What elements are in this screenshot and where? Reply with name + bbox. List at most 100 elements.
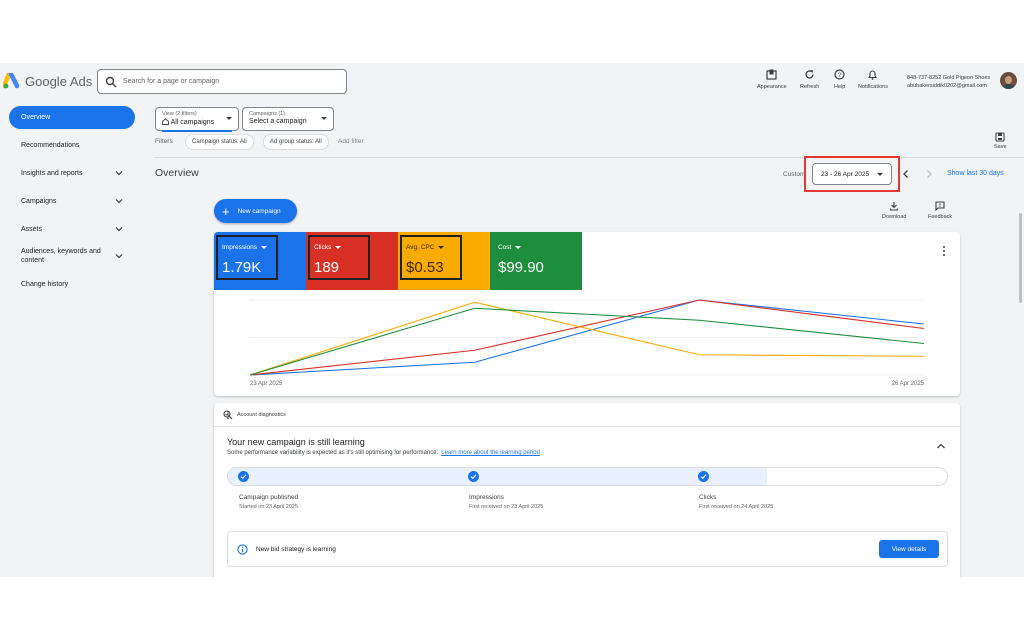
metric-value: 1.79K <box>222 259 262 276</box>
chevron-right-icon[interactable] <box>924 169 934 179</box>
sidebar-item-change-history[interactable]: Change history <box>9 273 135 296</box>
date-range-selector[interactable]: 23 - 26 Apr 2025 <box>812 163 892 185</box>
feedback-button[interactable]: Feedback <box>928 201 952 220</box>
save-icon <box>995 132 1005 142</box>
metric-label: Clicks <box>314 244 342 251</box>
search-input[interactable]: Search for a page or campaign <box>97 69 347 94</box>
account-id: 848-737-8252 Gold Pigeon Shoes <box>907 75 991 81</box>
sidebar-item-label: Change history <box>21 281 69 288</box>
caret-down-icon <box>515 246 522 249</box>
caret-down-icon <box>321 117 327 120</box>
avatar-face <box>1005 76 1012 84</box>
sidebar-item-label: Insights and reports <box>21 170 83 177</box>
step-clicks: Clicks <box>699 494 717 501</box>
metric-label-text: Avg. CPC <box>406 244 435 251</box>
metric-tile-cost[interactable]: Cost $99.90 <box>490 232 582 290</box>
learning-subtitle-text: Some performance variability is expected… <box>227 450 439 456</box>
filter-chip-ad-group-status[interactable]: Ad group status: All <box>263 134 329 150</box>
svg-text:?: ? <box>838 72 842 79</box>
save-label: Save <box>994 144 1007 150</box>
sidebar-item-label: Recommendations <box>21 142 80 149</box>
check-circle-icon <box>238 471 249 482</box>
download-button[interactable]: Download <box>882 201 906 220</box>
avatar[interactable] <box>1000 72 1017 89</box>
sidebar-item-insights[interactable]: Insights and reports <box>9 162 135 185</box>
diagnostics-header-text: Account diagnostics <box>237 412 286 418</box>
sidebar-item-label: Audiences, keywords and content <box>21 248 101 264</box>
view-selector-value: All campaigns <box>162 118 232 126</box>
metric-label-text: Clicks <box>314 244 332 251</box>
sidebar-item-recommendations[interactable]: Recommendations <box>9 134 135 157</box>
appearance-label: Appearance <box>757 84 787 90</box>
check-circle-icon <box>698 471 709 482</box>
chevron-down-icon <box>115 227 123 232</box>
google-ads-app: Google Ads Search for a page or campaign… <box>0 63 1024 577</box>
metric-value: 189 <box>314 259 340 276</box>
main-content: View (2 filters) All campaigns Campaigns… <box>145 101 1024 577</box>
metric-label: Avg. CPC <box>406 244 445 251</box>
bid-strategy-notice: New bid strategy is learning View detail… <box>227 531 948 567</box>
view-selector[interactable]: View (2 filters) All campaigns <box>155 107 239 131</box>
bell-icon <box>868 70 878 80</box>
help-button[interactable]: ? Help <box>834 69 845 90</box>
metric-label: Cost <box>498 244 522 251</box>
sidebar-item-audiences[interactable]: Audiences, keywords and content <box>9 243 135 269</box>
caret-down-icon <box>261 246 268 249</box>
appearance-icon <box>766 69 777 80</box>
help-icon: ? <box>834 69 845 80</box>
show-last-30-days-link[interactable]: Show last 30 days <box>947 170 1004 177</box>
sidebar-item-label: Overview <box>21 114 51 121</box>
date-range-value: 23 - 26 Apr 2025 <box>821 170 870 178</box>
metric-tile-clicks[interactable]: Clicks 189 <box>306 232 398 290</box>
chevron-up-icon[interactable] <box>936 442 946 450</box>
refresh-button[interactable]: Refresh <box>800 69 819 90</box>
line-chart: 23 Apr 2025 26 Apr 2025 <box>249 299 925 387</box>
filters-label: Filters <box>155 138 173 145</box>
custom-range-label: Custom <box>783 171 806 178</box>
feedback-label: Feedback <box>928 214 953 220</box>
search-placeholder: Search for a page or campaign <box>123 78 220 85</box>
sidebar-item-assets[interactable]: Assets <box>9 218 135 241</box>
diagnostics-header: Account diagnostics <box>214 403 960 427</box>
feedback-icon <box>935 201 945 211</box>
check-circle-icon <box>468 471 479 482</box>
view-details-button[interactable]: View details <box>879 540 939 558</box>
metric-tile-avg-cpc[interactable]: Avg. CPC $0.53 <box>398 232 490 290</box>
metric-label-text: Cost <box>498 244 512 251</box>
filter-chip-campaign-status[interactable]: Campaign status: All <box>185 134 254 150</box>
step-impressions: Impressions <box>469 494 505 501</box>
top-header: Google Ads Search for a page or campaign… <box>0 63 1024 101</box>
caret-down-icon <box>335 246 342 249</box>
add-filter-link[interactable]: Add filter <box>338 138 364 145</box>
page-scrollbar[interactable] <box>1019 213 1022 303</box>
metric-label-text: Impressions <box>222 244 258 251</box>
more-vert-icon[interactable] <box>223 410 233 420</box>
caret-down-icon <box>877 173 883 176</box>
learning-subtitle: Some performance variability is expected… <box>227 450 540 456</box>
step-impressions-date: First received on 23 April 2025 <box>469 504 544 510</box>
google-ads-logo-icon[interactable] <box>3 73 21 89</box>
chevron-left-icon[interactable] <box>901 169 911 179</box>
appearance-button[interactable]: Appearance <box>757 69 787 90</box>
avatar-body <box>1002 84 1015 89</box>
chevron-down-icon <box>115 171 123 176</box>
help-label: Help <box>834 84 846 90</box>
new-campaign-button[interactable]: + New campaign <box>214 199 297 223</box>
x-tick-label: 26 Apr 2025 <box>892 381 925 387</box>
notifications-button[interactable]: Notifications <box>858 69 888 90</box>
caret-down-icon <box>226 117 232 120</box>
view-selector-caption: View (2 filters) <box>162 111 197 117</box>
sidebar-item-label: Assets <box>21 226 43 233</box>
more-vert-icon[interactable] <box>941 245 947 257</box>
sidebar-item-overview[interactable]: Overview <box>9 106 135 129</box>
metric-value: $0.53 <box>406 259 444 276</box>
save-button[interactable]: Save <box>994 132 1007 150</box>
account-info[interactable]: 848-737-8252 Gold Pigeon Shoes abubakers… <box>907 74 990 90</box>
learn-more-link[interactable]: Learn more about the learning period <box>441 450 540 456</box>
campaign-selector[interactable]: Campaigns (1) Select a campaign <box>242 107 334 131</box>
campaign-selector-value: Select a campaign <box>249 118 307 125</box>
page-title: Overview <box>155 167 199 179</box>
sidebar-item-campaigns[interactable]: Campaigns <box>9 190 135 213</box>
caret-down-icon <box>438 246 445 249</box>
metric-tile-impressions[interactable]: Impressions 1.79K <box>214 232 306 290</box>
